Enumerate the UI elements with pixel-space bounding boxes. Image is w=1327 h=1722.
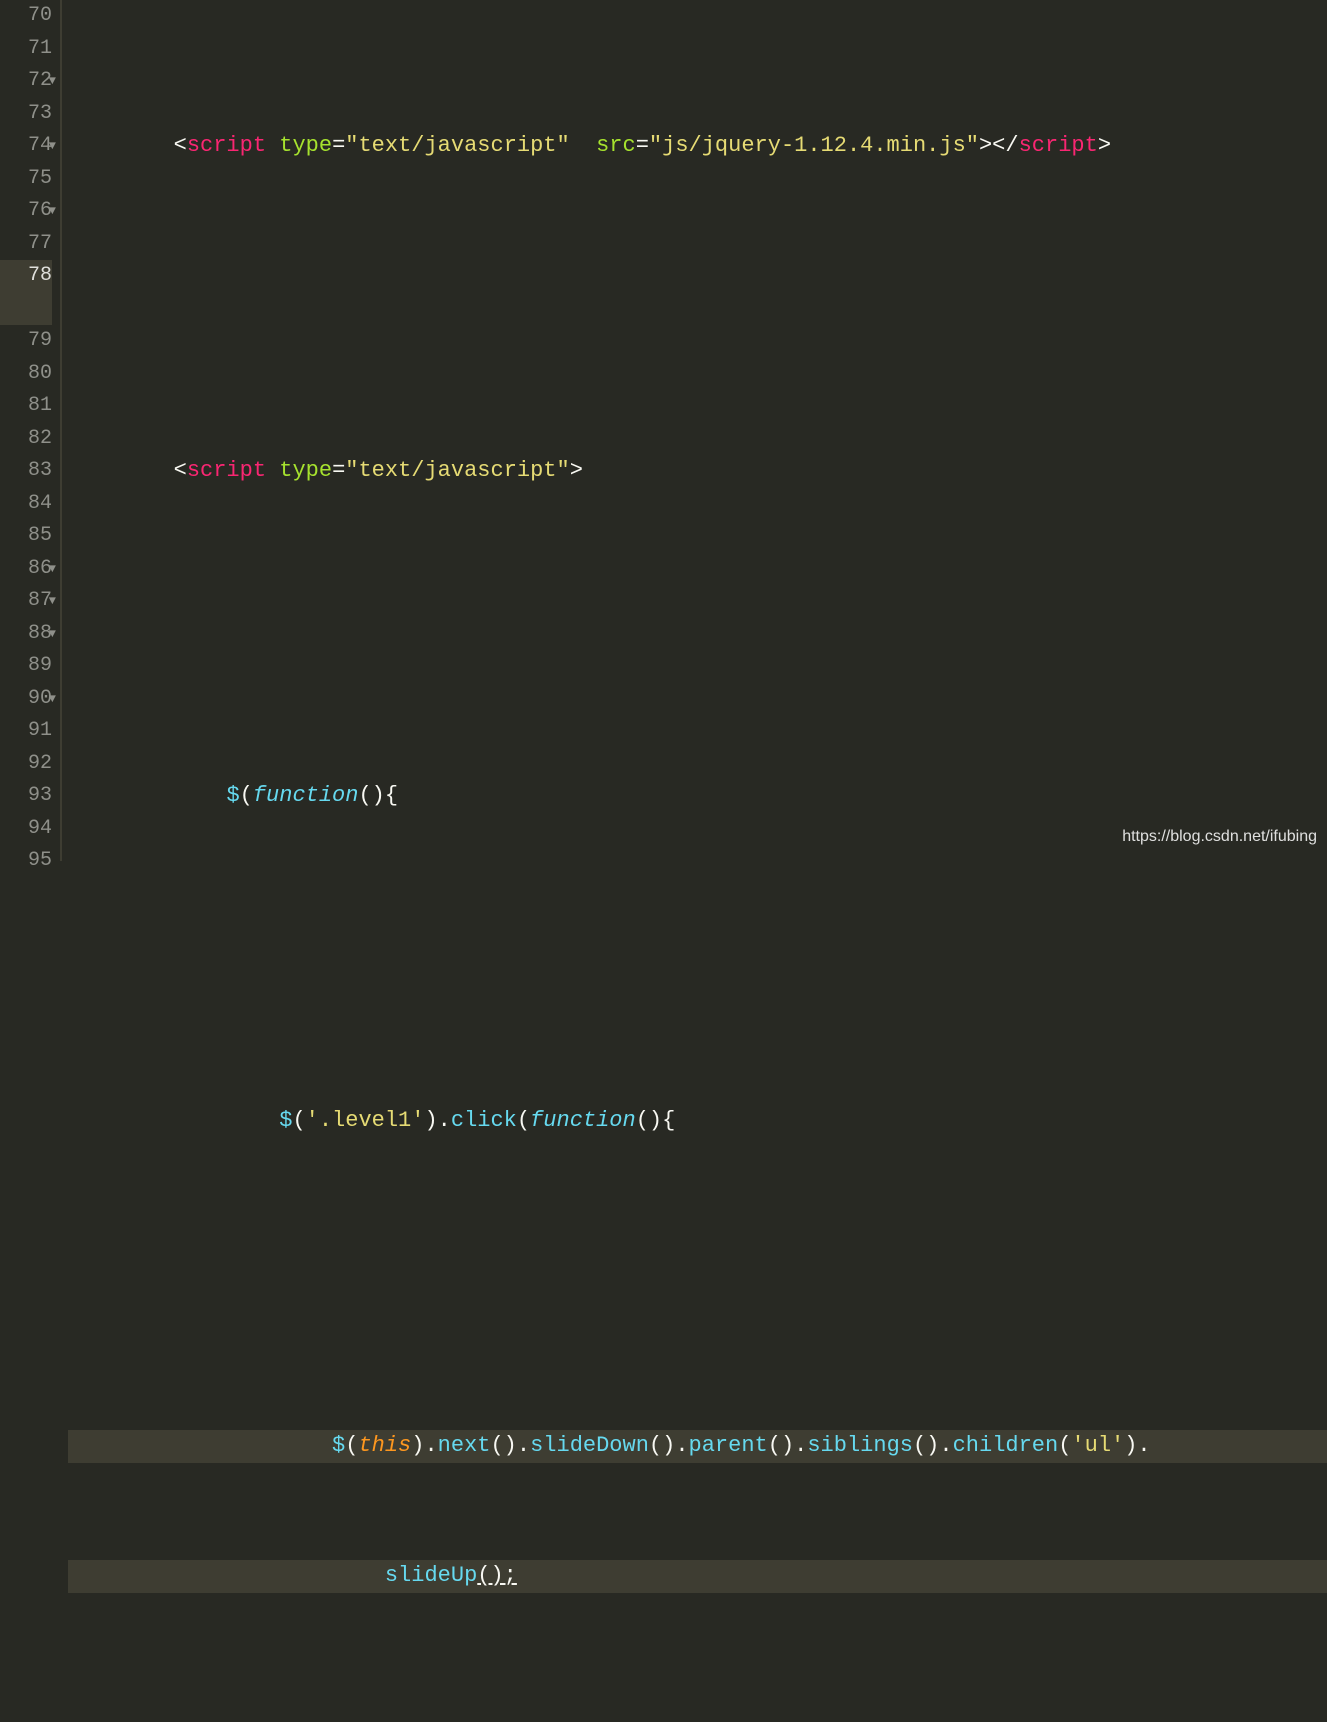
fold-icon[interactable]: ▼ (49, 585, 56, 618)
line-number: 92 (0, 748, 52, 781)
code-editor[interactable]: 707172▼7374▼7576▼7778 7980818283848586▼87… (0, 0, 1327, 861)
line-number-wrap (0, 293, 52, 326)
line-number: 87▼ (0, 585, 52, 618)
line-number: 72▼ (0, 65, 52, 98)
code-line-wrap[interactable]: slideUp(); (68, 1560, 1327, 1593)
line-number: 85 (0, 520, 52, 553)
line-number: 78 (0, 260, 52, 293)
line-number: 77 (0, 228, 52, 261)
line-number: 91 (0, 715, 52, 748)
line-number-gutter: 707172▼7374▼7576▼7778 7980818283848586▼87… (0, 0, 60, 861)
code-line-current[interactable]: $(this).next().slideDown().parent().sibl… (68, 1430, 1327, 1463)
code-line[interactable]: $('.level1').click(function(){ (68, 1105, 1327, 1138)
fold-icon[interactable]: ▼ (49, 618, 56, 651)
line-number: 80 (0, 358, 52, 391)
code-line[interactable] (68, 943, 1327, 976)
line-number: 84 (0, 488, 52, 521)
line-number: 93 (0, 780, 52, 813)
line-number: 89 (0, 650, 52, 683)
line-number: 82 (0, 423, 52, 456)
line-number: 81 (0, 390, 52, 423)
fold-icon[interactable]: ▼ (49, 65, 56, 98)
line-number: 79 (0, 325, 52, 358)
code-line[interactable] (68, 293, 1327, 326)
line-number: 76▼ (0, 195, 52, 228)
code-area[interactable]: <script type="text/javascript" src="js/j… (62, 0, 1327, 861)
code-line[interactable]: <script type="text/javascript" src="js/j… (68, 130, 1327, 163)
code-line[interactable]: $(function(){ (68, 780, 1327, 813)
fold-icon[interactable]: ▼ (49, 683, 56, 716)
line-number: 94 (0, 813, 52, 846)
line-number: 86▼ (0, 553, 52, 586)
line-number: 75 (0, 163, 52, 196)
line-number: 70 (0, 0, 52, 33)
line-number: 83 (0, 455, 52, 488)
line-number: 88▼ (0, 618, 52, 651)
fold-icon[interactable]: ▼ (49, 130, 56, 163)
line-number: 90▼ (0, 683, 52, 716)
watermark-text: https://blog.csdn.net/ifubing (1122, 821, 1317, 854)
line-number: 71 (0, 33, 52, 66)
code-line[interactable] (68, 1268, 1327, 1301)
fold-icon[interactable]: ▼ (49, 553, 56, 586)
line-number: 74▼ (0, 130, 52, 163)
line-number: 95 (0, 845, 52, 878)
line-number: 73 (0, 98, 52, 131)
fold-icon[interactable]: ▼ (49, 195, 56, 228)
code-line[interactable] (68, 618, 1327, 651)
code-line[interactable]: <script type="text/javascript"> (68, 455, 1327, 488)
